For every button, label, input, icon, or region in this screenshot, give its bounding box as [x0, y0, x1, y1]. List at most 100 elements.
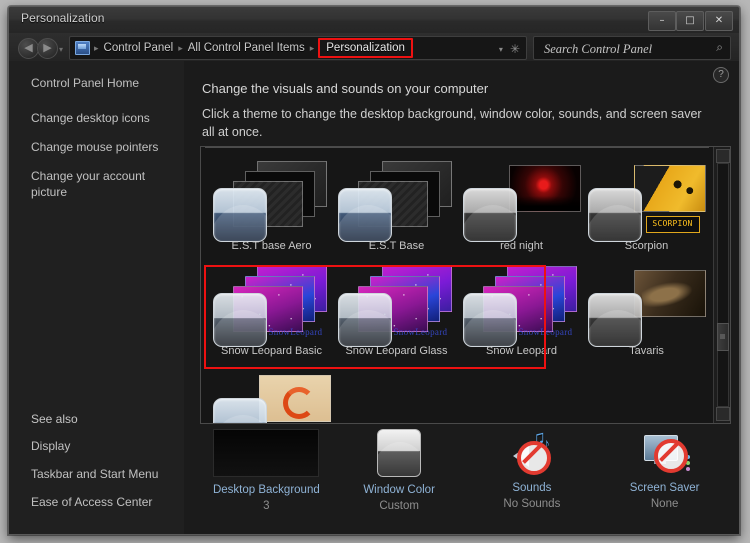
sidebar-item-change-account-picture[interactable]: Change your account picture [31, 168, 176, 200]
setting-label: Desktop Background [212, 484, 320, 496]
no-entry-icon [653, 439, 688, 473]
window-glass-icon [462, 293, 517, 347]
theme-thumbnail [337, 160, 456, 242]
breadcrumb-actions: ▾ ✳ [499, 42, 520, 56]
theme-row: SnowLeopard Snow Leopard Basic SnowLeopa… [201, 259, 713, 364]
setting-value: 3 [263, 500, 270, 512]
close-button[interactable]: ✕ [705, 11, 733, 31]
breadcrumb-separator: ▸ [178, 42, 183, 53]
scrollbar-track[interactable] [717, 163, 729, 407]
sidebar-item-taskbar-start-menu[interactable]: Taskbar and Start Menu [31, 466, 176, 482]
setting-screen-saver[interactable]: Screen Saver None [598, 429, 731, 529]
minimize-icon: – [659, 15, 665, 26]
setting-value: None [650, 498, 679, 510]
theme-tile-snow-leopard-basic[interactable]: SnowLeopard Snow Leopard Basic [209, 259, 334, 364]
theme-label: Snow Leopard Basic [221, 345, 322, 357]
minimize-button[interactable]: – [648, 11, 676, 31]
back-arrow-icon: ◀ [24, 42, 33, 54]
theme-label: E.S.T base Aero [231, 240, 312, 252]
gallery-scrollbar[interactable] [713, 147, 730, 423]
breadcrumb-item-personalization[interactable]: Personalization [318, 38, 413, 58]
setting-label: Sounds [512, 482, 552, 494]
see-also-heading: See also [31, 412, 78, 426]
theme-tile-scorpion[interactable]: SCORPION Scorpion [584, 154, 709, 259]
search-input[interactable] [542, 39, 706, 59]
settings-strip: Desktop Background 3 Window Color Custom… [200, 427, 731, 529]
sidebar-links: Control Panel Home Change desktop icons … [31, 75, 176, 213]
window-glass-icon [212, 398, 267, 423]
setting-label: Screen Saver [629, 482, 700, 494]
theme-thumbnail [587, 265, 706, 347]
breadcrumb-item-control-panel[interactable]: Control Panel [101, 42, 177, 54]
computer-icon [75, 41, 90, 55]
screen-saver-disabled-icon [642, 429, 690, 475]
breadcrumb[interactable]: ▸ Control Panel ▸ All Control Panel Item… [69, 36, 527, 60]
theme-thumbnail: SnowLeopard [212, 265, 331, 347]
back-button[interactable]: ◀ [18, 38, 39, 59]
sidebar-item-change-mouse-pointers[interactable]: Change mouse pointers [31, 139, 176, 155]
sidebar: Control Panel Home Change desktop icons … [9, 61, 185, 534]
scroll-down-button[interactable] [716, 407, 730, 421]
setting-sounds[interactable]: ♫ ♪ Sounds No Sounds [466, 427, 599, 529]
no-entry-icon [516, 441, 551, 475]
desktop-background-icon [213, 429, 320, 477]
sidebar-item-control-panel-home[interactable]: Control Panel Home [31, 75, 176, 91]
search-box[interactable]: ⌕ [533, 36, 731, 60]
setting-window-color[interactable]: Window Color Custom [333, 429, 466, 529]
main-pane: ? Change the visuals and sounds on your … [184, 61, 739, 534]
theme-thumbnail: SnowLeopard [462, 265, 581, 347]
window-glass-icon [337, 188, 392, 242]
theme-label: Tavaris [629, 345, 664, 357]
recent-locations-icon[interactable]: ▾ [59, 45, 63, 54]
sounds-muted-icon: ♫ ♪ [509, 427, 555, 475]
breadcrumb-item-all-items[interactable]: All Control Panel Items [185, 42, 308, 54]
personalization-window: Personalization – □ ✕ ◀ ▶ ▾ ▸ Control Pa… [8, 6, 740, 535]
sidebar-item-change-desktop-icons[interactable]: Change desktop icons [31, 110, 176, 126]
window-glass-icon [587, 293, 642, 347]
search-icon: ⌕ [716, 40, 723, 54]
setting-label: Window Color [363, 484, 435, 496]
theme-thumbnail [212, 370, 331, 423]
scrollbar-thumb[interactable] [717, 323, 729, 351]
window-glass-icon [212, 188, 267, 242]
divider [205, 147, 709, 148]
scroll-up-button[interactable] [716, 149, 730, 163]
window-title: Personalization [21, 11, 105, 25]
wallpaper-sheet [633, 270, 706, 317]
title-bar: Personalization – □ ✕ [9, 7, 739, 34]
theme-tile-snow-leopard-glass[interactable]: SnowLeopard Snow Leopard Glass [334, 259, 459, 364]
navigation-bar: ◀ ▶ ▾ ▸ Control Panel ▸ All Control Pane… [9, 33, 739, 62]
help-icon[interactable]: ? [713, 67, 729, 83]
window-glass-icon [337, 293, 392, 347]
theme-label: red night [500, 240, 543, 252]
theme-tile-est-base[interactable]: E.S.T Base [334, 154, 459, 259]
theme-thumbnail [212, 160, 331, 242]
theme-gallery[interactable]: Menu User Picture E.S.T base Aero [200, 146, 731, 424]
window-glass-icon [212, 293, 267, 347]
theme-tile-snow-leopard[interactable]: SnowLeopard Snow Leopard [459, 259, 584, 364]
wallpaper-sheet [633, 165, 706, 212]
sidebar-item-ease-of-access-center[interactable]: Ease of Access Center [31, 494, 176, 510]
theme-tile-tavaris[interactable]: Tavaris [584, 259, 709, 364]
maximize-icon: □ [685, 15, 695, 26]
forward-button[interactable]: ▶ [37, 38, 58, 59]
window-glass-icon [462, 188, 517, 242]
see-also-section: See also Display Taskbar and Start Menu … [31, 412, 176, 522]
theme-thumbnail: SnowLeopard [337, 265, 456, 347]
maximize-button[interactable]: □ [676, 11, 704, 31]
breadcrumb-separator: ▸ [94, 42, 99, 53]
scorpion-badge: SCORPION [645, 216, 700, 233]
sidebar-item-display[interactable]: Display [31, 438, 176, 454]
theme-label: Snow Leopard [486, 345, 557, 357]
wallpaper-overlay-text: SnowLeopard [268, 327, 323, 337]
window-glass-icon [587, 188, 642, 242]
page-title: Change the visuals and sounds on your co… [202, 81, 489, 96]
theme-tile-ubuntu[interactable] [209, 364, 334, 423]
chevron-down-icon[interactable]: ▾ [499, 45, 503, 54]
refresh-icon[interactable]: ✳ [510, 42, 520, 56]
setting-desktop-background[interactable]: Desktop Background 3 [200, 429, 333, 529]
theme-tile-est-base-aero[interactable]: E.S.T base Aero [209, 154, 334, 259]
theme-label: Scorpion [624, 240, 669, 252]
theme-label: E.S.T Base [368, 240, 425, 252]
theme-tile-red-night[interactable]: red night [459, 154, 584, 259]
